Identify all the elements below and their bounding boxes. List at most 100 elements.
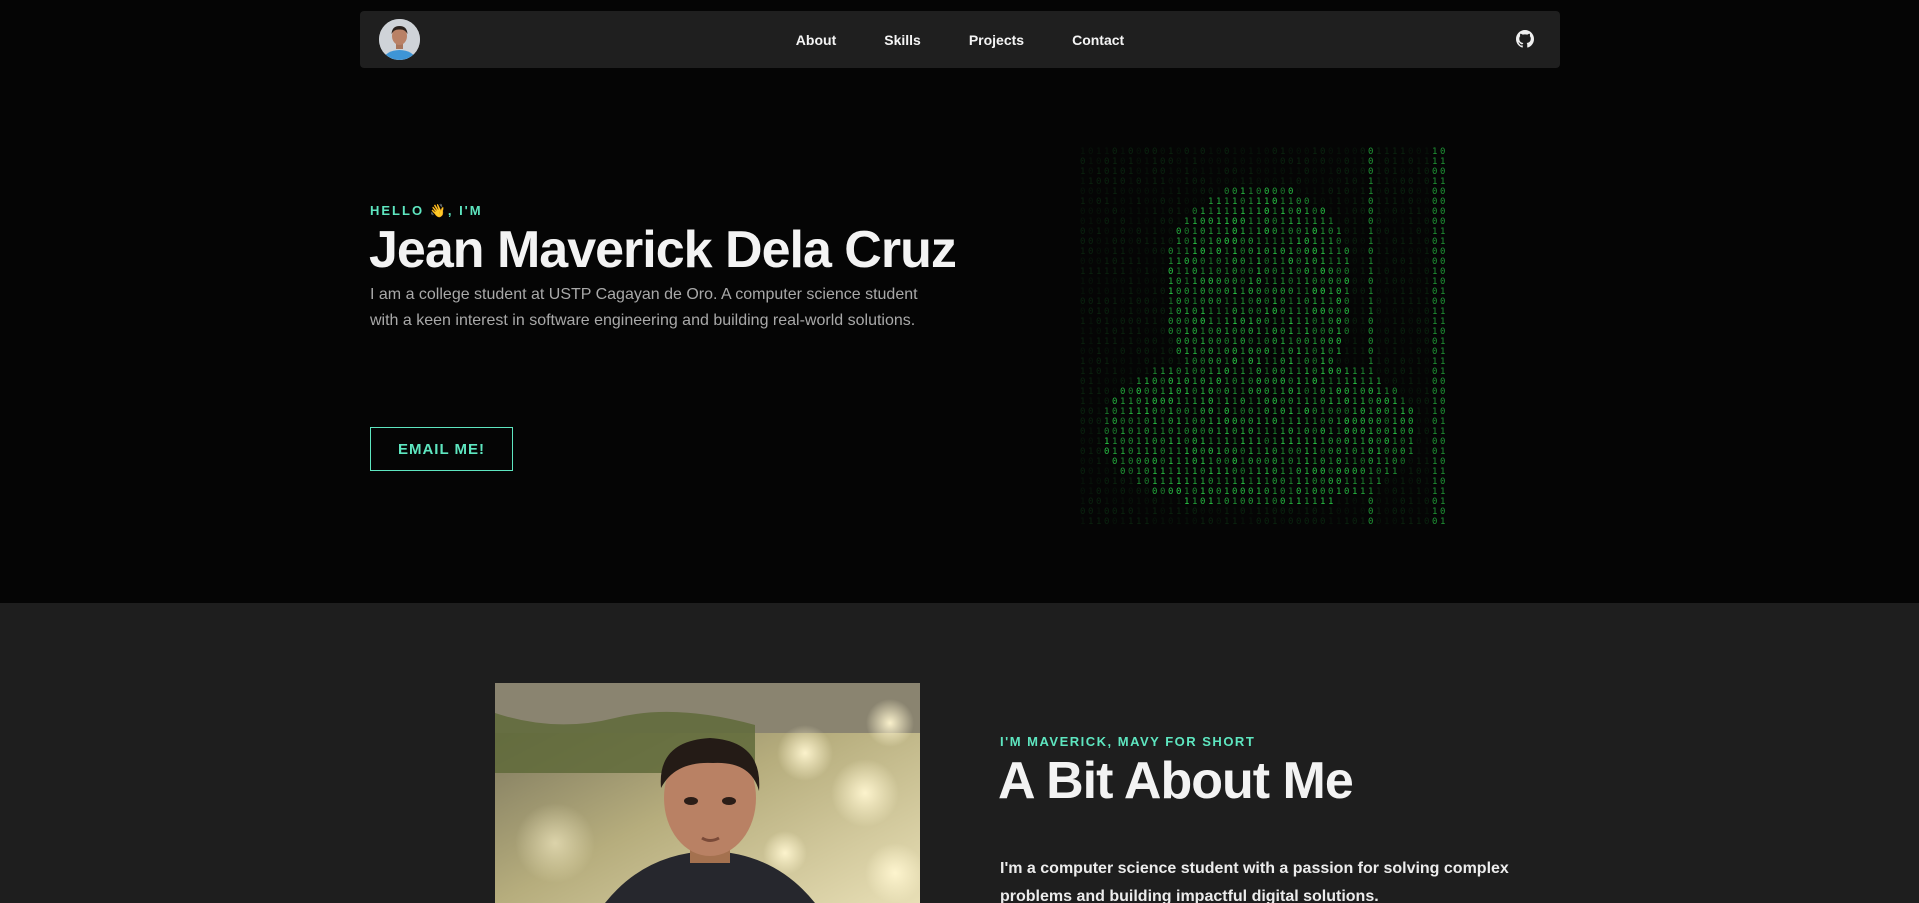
svg-text:1: 1 [1136, 217, 1141, 227]
svg-text:0: 0 [1424, 487, 1429, 497]
svg-text:1: 1 [1144, 447, 1149, 457]
svg-text:1: 1 [1160, 207, 1165, 217]
svg-text:0: 0 [1096, 367, 1101, 377]
svg-text:0: 0 [1400, 327, 1405, 337]
svg-text:1: 1 [1144, 517, 1149, 526]
svg-text:0: 0 [1272, 157, 1277, 167]
nav-link-projects[interactable]: Projects [945, 32, 1048, 48]
svg-text:1: 1 [1232, 437, 1237, 447]
svg-text:0: 0 [1088, 437, 1093, 447]
svg-text:1: 1 [1424, 407, 1429, 417]
svg-text:0: 0 [1240, 327, 1245, 337]
svg-text:0: 0 [1320, 517, 1325, 526]
svg-text:1: 1 [1128, 407, 1133, 417]
svg-text:0: 0 [1344, 337, 1349, 347]
svg-text:1: 1 [1080, 357, 1085, 367]
svg-text:0: 0 [1184, 197, 1189, 207]
svg-text:0: 0 [1344, 427, 1349, 437]
svg-text:0: 0 [1312, 517, 1317, 526]
svg-text:1: 1 [1264, 467, 1269, 477]
svg-text:0: 0 [1256, 167, 1261, 177]
svg-text:0: 0 [1328, 327, 1333, 337]
svg-text:0: 0 [1280, 367, 1285, 377]
svg-text:1: 1 [1312, 187, 1317, 197]
svg-text:1: 1 [1400, 317, 1405, 327]
svg-text:1: 1 [1432, 277, 1437, 287]
svg-text:1: 1 [1288, 407, 1293, 417]
svg-text:1: 1 [1304, 497, 1309, 507]
email-button[interactable]: EMAIL ME! [370, 427, 513, 471]
svg-text:1: 1 [1208, 207, 1213, 217]
svg-text:0: 0 [1312, 177, 1317, 187]
svg-text:1: 1 [1328, 217, 1333, 227]
svg-text:0: 0 [1152, 377, 1157, 387]
nav-link-contact[interactable]: Contact [1048, 32, 1148, 48]
svg-text:0: 0 [1160, 447, 1165, 457]
svg-text:0: 0 [1344, 147, 1349, 157]
svg-text:0: 0 [1120, 227, 1125, 237]
svg-text:0: 0 [1256, 157, 1261, 167]
svg-text:0: 0 [1176, 407, 1181, 417]
svg-text:0: 0 [1240, 487, 1245, 497]
svg-text:1: 1 [1232, 297, 1237, 307]
svg-text:1: 1 [1192, 407, 1197, 417]
svg-text:1: 1 [1376, 347, 1381, 357]
svg-text:0: 0 [1360, 387, 1365, 397]
svg-text:1: 1 [1208, 177, 1213, 187]
svg-text:1: 1 [1304, 287, 1309, 297]
svg-text:0: 0 [1136, 147, 1141, 157]
svg-text:0: 0 [1376, 497, 1381, 507]
svg-text:0: 0 [1168, 377, 1173, 387]
svg-text:1: 1 [1400, 307, 1405, 317]
svg-text:1: 1 [1224, 227, 1229, 237]
svg-text:0: 0 [1336, 167, 1341, 177]
svg-text:0: 0 [1312, 507, 1317, 517]
svg-text:1: 1 [1248, 187, 1253, 197]
svg-text:0: 0 [1304, 267, 1309, 277]
svg-text:0: 0 [1136, 367, 1141, 377]
svg-text:0: 0 [1184, 377, 1189, 387]
svg-text:1: 1 [1408, 447, 1413, 457]
svg-text:0: 0 [1376, 227, 1381, 237]
svg-text:1: 1 [1432, 147, 1437, 157]
svg-text:1: 1 [1312, 447, 1317, 457]
svg-text:0: 0 [1192, 307, 1197, 317]
svg-text:1: 1 [1208, 457, 1213, 467]
svg-text:0: 0 [1248, 327, 1253, 337]
nav-link-skills[interactable]: Skills [860, 32, 945, 48]
svg-text:0: 0 [1224, 337, 1229, 347]
svg-text:1: 1 [1096, 297, 1101, 307]
svg-text:0: 0 [1432, 347, 1437, 357]
svg-text:0: 0 [1224, 347, 1229, 357]
svg-text:1: 1 [1280, 447, 1285, 457]
svg-text:1: 1 [1328, 397, 1333, 407]
svg-text:1: 1 [1400, 287, 1405, 297]
svg-text:1: 1 [1424, 247, 1429, 257]
svg-text:1: 1 [1288, 297, 1293, 307]
github-icon[interactable] [1516, 30, 1534, 48]
svg-text:1: 1 [1256, 497, 1261, 507]
svg-text:1: 1 [1440, 347, 1445, 357]
nav-link-about[interactable]: About [772, 32, 860, 48]
svg-text:0: 0 [1096, 207, 1101, 217]
svg-text:0: 0 [1424, 267, 1429, 277]
svg-text:0: 0 [1416, 387, 1421, 397]
svg-text:1: 1 [1312, 337, 1317, 347]
svg-text:1: 1 [1344, 377, 1349, 387]
svg-text:0: 0 [1160, 317, 1165, 327]
svg-text:1: 1 [1104, 497, 1109, 507]
svg-text:0: 0 [1384, 507, 1389, 517]
svg-text:1: 1 [1280, 147, 1285, 157]
svg-text:0: 0 [1168, 197, 1173, 207]
svg-text:1: 1 [1296, 347, 1301, 357]
svg-text:1: 1 [1256, 197, 1261, 207]
svg-text:1: 1 [1240, 187, 1245, 197]
svg-text:0: 0 [1200, 507, 1205, 517]
svg-text:1: 1 [1264, 427, 1269, 437]
svg-text:0: 0 [1400, 267, 1405, 277]
svg-text:0: 0 [1352, 147, 1357, 157]
svg-text:1: 1 [1392, 467, 1397, 477]
svg-text:0: 0 [1352, 327, 1357, 337]
svg-text:0: 0 [1144, 387, 1149, 397]
svg-text:0: 0 [1368, 317, 1373, 327]
